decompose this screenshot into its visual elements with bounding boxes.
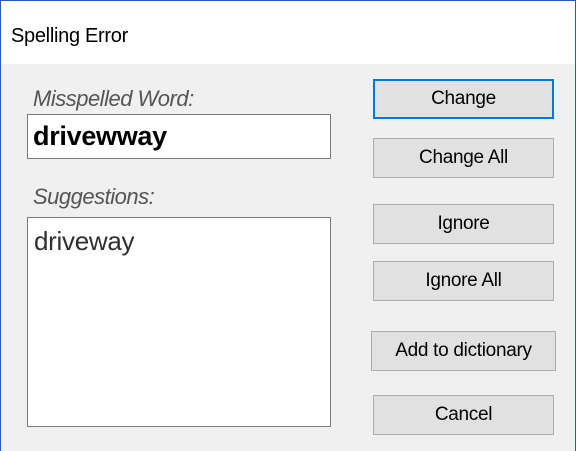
misspelled-word-field[interactable]: drivewway [27, 114, 331, 159]
change-button[interactable]: Change [373, 79, 554, 119]
change-all-button[interactable]: Change All [373, 138, 554, 178]
spelling-error-dialog: Spelling Error Misspelled Word: drivewwa… [0, 0, 576, 451]
misspelled-word-label: Misspelled Word: [33, 86, 194, 111]
dialog-title: Spelling Error [11, 25, 128, 47]
ignore-button[interactable]: Ignore [373, 204, 554, 244]
suggestion-item[interactable]: driveway [34, 226, 330, 257]
suggestions-list[interactable]: driveway [27, 217, 331, 427]
ignore-all-button[interactable]: Ignore All [373, 261, 554, 301]
title-bar: Spelling Error [1, 1, 575, 64]
cancel-button[interactable]: Cancel [373, 395, 554, 435]
suggestions-label: Suggestions: [33, 184, 155, 209]
add-to-dictionary-button[interactable]: Add to dictionary [371, 331, 556, 371]
